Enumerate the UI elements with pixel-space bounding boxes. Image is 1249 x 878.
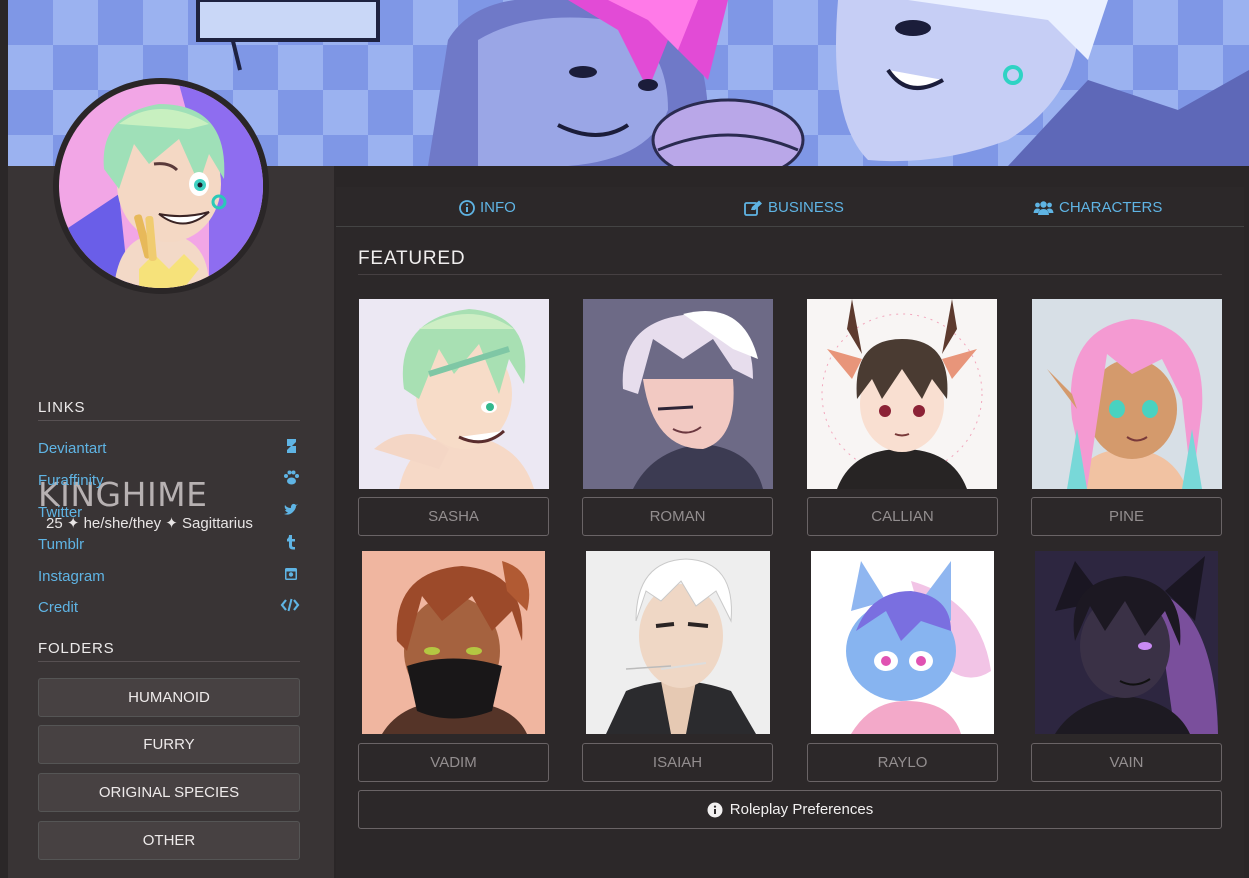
link-twitter[interactable]: Twitter: [38, 503, 300, 524]
link-label[interactable]: Twitter: [38, 504, 82, 521]
left-edge: [0, 0, 8, 878]
link-label[interactable]: Instagram: [38, 568, 105, 585]
link-furaffinity[interactable]: Furaffinity: [38, 470, 300, 492]
edit-icon: [744, 200, 762, 216]
profile-tabs: INFO BUSINESS CHARACTERS: [336, 187, 1244, 227]
tab-characters[interactable]: CHARACTERS: [1033, 199, 1162, 216]
link-tumblr[interactable]: Tumblr: [38, 535, 300, 556]
character-thumbnail-vadim[interactable]: [362, 551, 545, 734]
featured-heading: FEATURED: [358, 248, 1222, 275]
folder-furry-button[interactable]: FURRY: [38, 725, 300, 764]
character-name-button[interactable]: VADIM: [358, 743, 549, 782]
tab-label[interactable]: BUSINESS: [768, 199, 844, 216]
roleplay-preferences-label[interactable]: Roleplay Preferences: [730, 801, 873, 818]
folders-heading: FOLDERS: [38, 640, 300, 662]
character-thumbnail-isaiah[interactable]: [586, 551, 770, 734]
deviantart-icon: [287, 439, 296, 453]
links-heading: LINKS: [38, 399, 300, 421]
folder-other-button[interactable]: OTHER: [38, 821, 300, 860]
character-name-button[interactable]: SASHA: [358, 497, 549, 536]
paw-icon: [284, 470, 299, 485]
tab-info[interactable]: INFO: [459, 199, 516, 216]
character-name-button[interactable]: ISAIAH: [582, 743, 773, 782]
profile-page: KINGHIME 25 ✦ he/she/they ✦ Sagittarius …: [0, 0, 1249, 878]
main-panel: INFO BUSINESS CHARACTERS FEATURED SASHA: [336, 187, 1244, 878]
character-thumbnail-callian[interactable]: [807, 299, 997, 489]
character-thumbnail-sasha[interactable]: [359, 299, 549, 489]
avatar[interactable]: [59, 84, 263, 288]
twitter-icon: [284, 503, 298, 515]
code-icon: [280, 598, 300, 612]
character-thumbnail-vain[interactable]: [1035, 551, 1218, 734]
instagram-icon: [285, 568, 297, 580]
link-label[interactable]: Deviantart: [38, 440, 106, 457]
link-label[interactable]: Tumblr: [38, 536, 84, 553]
tumblr-icon: [287, 535, 295, 550]
tab-label[interactable]: INFO: [480, 199, 516, 216]
character-name-button[interactable]: PINE: [1031, 497, 1222, 536]
users-icon: [1033, 200, 1054, 215]
tab-business[interactable]: BUSINESS: [744, 199, 844, 216]
character-name-button[interactable]: ROMAN: [582, 497, 773, 536]
folder-original-species-button[interactable]: ORIGINAL SPECIES: [38, 773, 300, 812]
link-instagram[interactable]: Instagram: [38, 568, 300, 588]
info-circle-icon: [707, 802, 723, 817]
info-circle-icon: [459, 199, 475, 216]
link-label[interactable]: Furaffinity: [38, 472, 104, 489]
roleplay-preferences-button[interactable]: Roleplay Preferences: [358, 790, 1222, 829]
character-thumbnail-pine[interactable]: [1032, 299, 1222, 489]
character-thumbnail-roman[interactable]: [583, 299, 773, 489]
character-name-button[interactable]: CALLIAN: [807, 497, 998, 536]
link-deviantart[interactable]: Deviantart: [38, 439, 300, 460]
character-name-button[interactable]: RAYLO: [807, 743, 998, 782]
tab-label[interactable]: CHARACTERS: [1059, 199, 1162, 216]
folder-humanoid-button[interactable]: HUMANOID: [38, 678, 300, 717]
character-name-button[interactable]: VAIN: [1031, 743, 1222, 782]
link-label[interactable]: Credit: [38, 599, 78, 616]
link-credit[interactable]: Credit: [38, 598, 300, 619]
character-thumbnail-raylo[interactable]: [811, 551, 994, 734]
